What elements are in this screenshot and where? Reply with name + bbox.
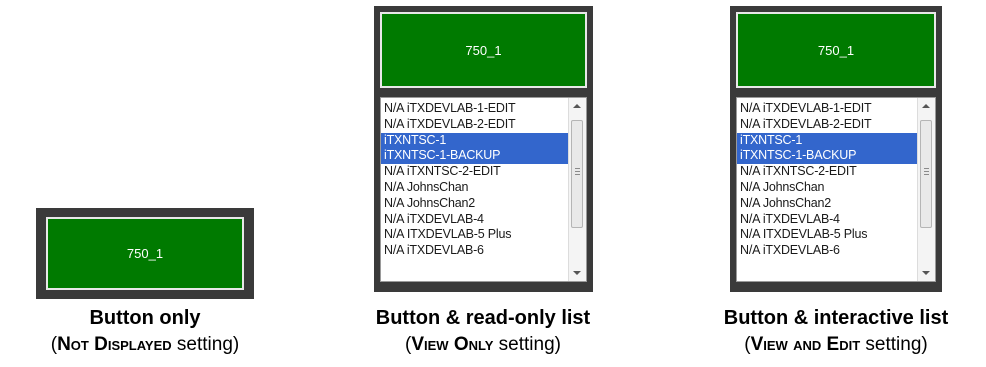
scroll-thumb[interactable] [920,120,932,228]
list-item: N/A ITXDEVLAB-5 Plus [384,227,512,242]
channel-list-interactive[interactable]: N/A iTXDEVLAB-1-EDIT N/A iTXDEVLAB-2-EDI… [736,97,936,282]
scroll-thumb[interactable] [571,120,583,228]
list-item: N/A iTXDEVLAB-4 [384,211,484,226]
caption-title-button-only: Button only [89,307,201,329]
channel-button[interactable]: 750_1 [46,217,244,290]
caption-setting-view-only: (View Only setting) [404,334,561,355]
list-item-selected[interactable]: iTXNTSC-1 [737,132,935,149]
caption-setting-not-displayed: (Not Displayed setting) [50,334,240,355]
caption-title-interactive: Button & interactive list [723,307,949,329]
list-item: N/A iTXNTSC-2-EDIT [384,164,501,179]
scroll-down-arrow-icon[interactable] [573,271,581,275]
scroll-up-arrow-icon[interactable] [922,104,930,108]
list-item[interactable]: N/A JohnsChan2 [737,196,935,212]
list-item[interactable]: N/A iTXDEVLAB-6 [737,243,935,259]
list-item: N/A iTXDEVLAB-1-EDIT [384,101,516,115]
list-item: N/A iTXDEVLAB-2-EDIT [384,116,516,131]
vertical-scrollbar[interactable] [917,98,935,281]
scroll-thumb-grip-icon [575,174,580,175]
list-item-selected: iTXNTSC-1-BACKUP [381,148,586,165]
button-only-frame: 750_1 [36,208,254,299]
list-item[interactable]: N/A JohnsChan [737,180,935,196]
interactive-frame: 750_1 N/A iTXDEVLAB-1-EDIT N/A iTXDEVLAB… [730,6,942,292]
scroll-thumb-grip-icon [575,168,580,169]
list-item[interactable]: N/A iTXDEVLAB-4 [737,212,935,228]
list-item-selected: iTXNTSC-1 [381,132,586,149]
scroll-thumb-grip-icon [924,174,929,175]
channel-button[interactable]: 750_1 [736,12,936,88]
list-item[interactable]: N/A ITXDEVLAB-5 Plus [737,227,935,243]
caption-title-read-only: Button & read-only list [375,307,591,329]
read-only-frame: 750_1 N/A iTXDEVLAB-1-EDIT N/A iTXDEVLAB… [374,6,593,292]
vertical-scrollbar[interactable] [568,98,586,281]
list-item: N/A JohnsChan2 [384,195,476,210]
scroll-down-arrow-icon[interactable] [922,271,930,275]
scroll-thumb-grip-icon [575,171,580,172]
list-item[interactable]: N/A iTXDEVLAB-2-EDIT [737,117,935,133]
scroll-thumb-grip-icon [924,171,929,172]
list-item[interactable]: N/A iTXNTSC-2-EDIT [737,164,935,180]
channel-button[interactable]: 750_1 [380,12,587,88]
channel-list-read-only: N/A iTXDEVLAB-1-EDIT N/A iTXDEVLAB-2-EDI… [380,97,587,282]
list-item: N/A iTXDEVLAB-6 [384,243,484,258]
list-item: N/A JohnsChan [384,179,469,194]
list-item-selected[interactable]: iTXNTSC-1-BACKUP [737,148,935,165]
caption-setting-view-and-edit: (View and Edit setting) [744,334,928,355]
scroll-thumb-grip-icon [924,168,929,169]
scroll-up-arrow-icon[interactable] [573,104,581,108]
list-item[interactable]: N/A iTXDEVLAB-1-EDIT [737,101,935,117]
